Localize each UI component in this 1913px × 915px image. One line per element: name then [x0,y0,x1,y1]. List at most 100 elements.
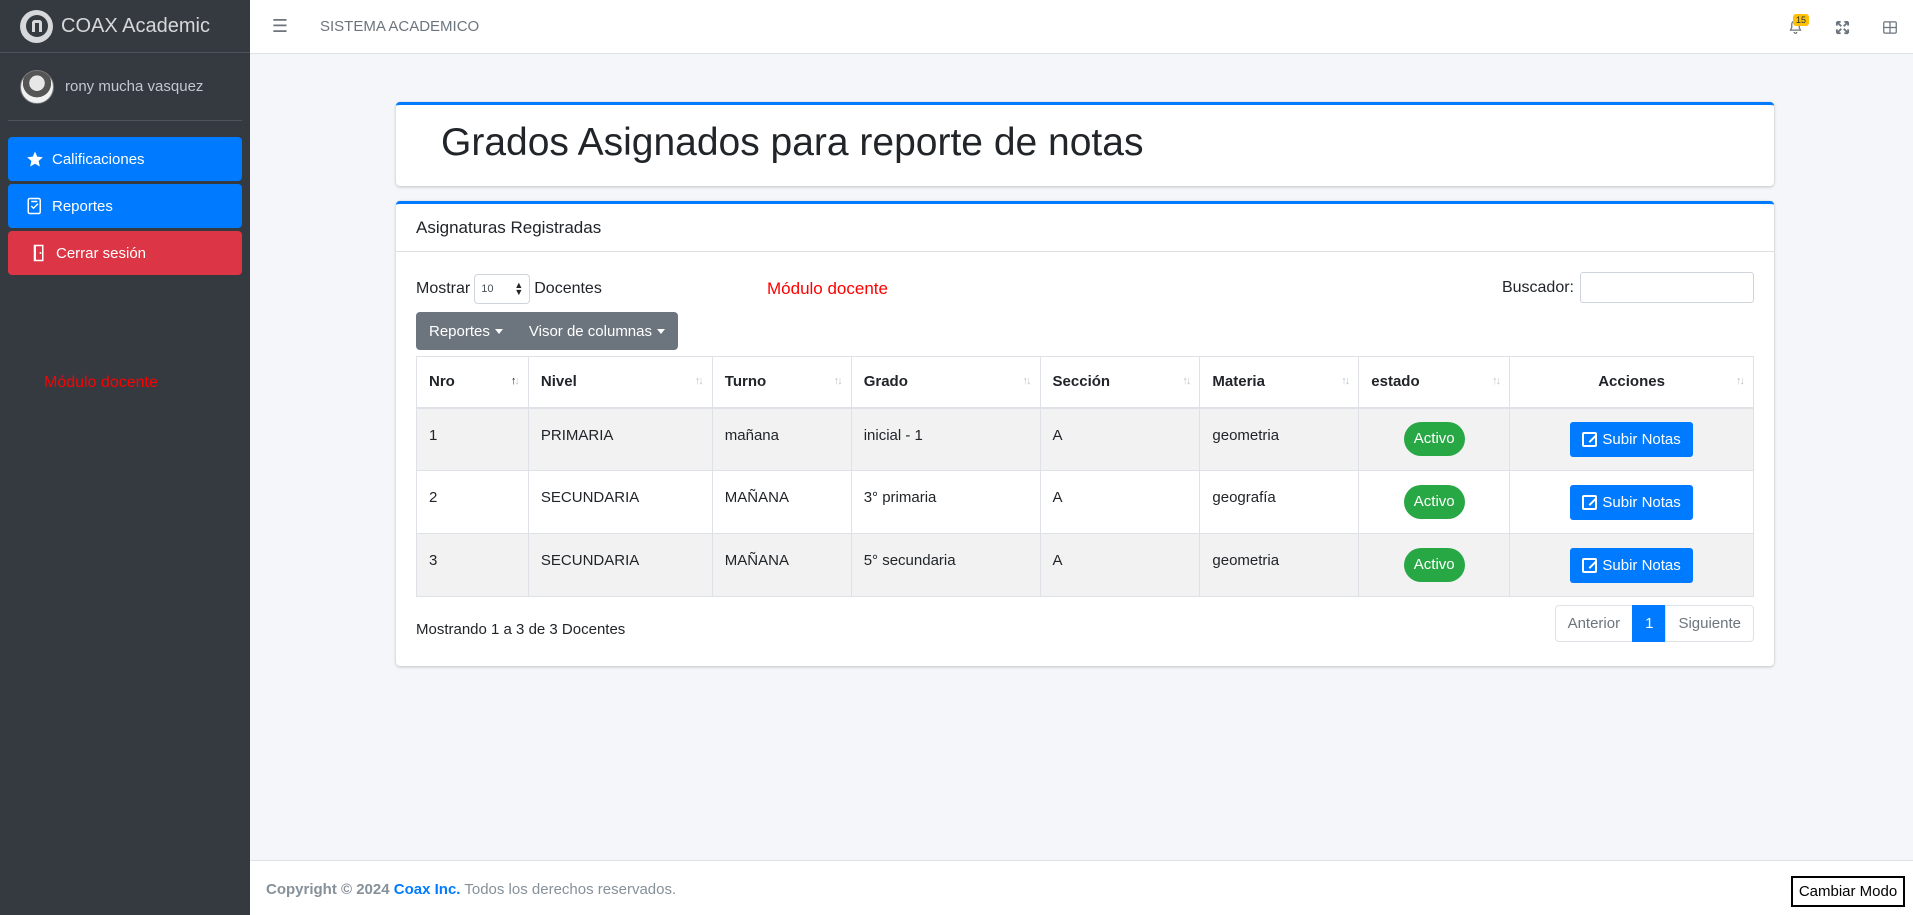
column-header-label: Grado [863,373,908,391]
column-header-label: Acciones [1598,373,1665,391]
table-row: 3 SECUNDARIA MAÑANA 5° secundaria A geom… [416,533,1754,597]
cell-nro: 3 [416,533,529,597]
pagination-next[interactable]: Siguiente [1665,605,1754,642]
sort-icon: ↑↓ [1341,375,1350,387]
column-header-seccion[interactable]: Sección ↑↓ [1039,356,1201,409]
menu-toggle-icon[interactable]: ☰ [250,16,310,37]
footer-company-link[interactable]: Coax Inc. [394,881,461,898]
card-title: Asignaturas Registradas [396,204,1774,252]
sidebar-item-label: Cerrar sesión [56,244,147,262]
column-header-nivel[interactable]: Nivel ↑↓ [527,356,713,409]
column-header-acciones[interactable]: Acciones ↑↓ [1509,356,1754,409]
cell-materia: geografía [1199,470,1360,534]
checklist-icon [24,197,46,215]
column-header-nro[interactable]: Nro ↑↓ [416,356,529,409]
sidebar-item-reportes[interactable]: Reportes [8,184,242,228]
status-badge: Activo [1403,422,1465,457]
cell-estado: Activo [1358,407,1511,471]
column-header-label: Materia [1212,373,1265,391]
cell-turno: MAÑANA [711,533,852,597]
sort-icon: ↑↓ [1492,375,1501,387]
brand-name: COAX Academic [61,14,210,37]
table-buttons: Reportes Visor de columnas [416,312,678,350]
user-name: rony mucha vasquez [65,78,204,95]
subjects-card: Asignaturas Registradas Mostrar 10 ▲ ▼ Do… [396,201,1774,666]
cell-materia: geometria [1199,533,1360,597]
cell-grado: 3° primaria [850,470,1041,534]
cell-acciones: Subir Notas [1509,407,1754,471]
avatar [20,69,54,104]
system-title: SISTEMA ACADEMICO [320,18,480,35]
cell-materia: geometria [1199,407,1360,471]
search-input[interactable] [1580,272,1754,303]
sort-icon: ↑↓ [833,375,843,387]
top-right-icons: 15 [1772,0,1913,54]
cell-grado: 5° secundaria [850,533,1041,597]
pagination: Anterior 1 Siguiente [1554,605,1754,642]
cell-seccion: A [1039,533,1201,597]
length-prefix: Mostrar [416,280,471,297]
search-label: Buscador: [1501,278,1574,296]
upload-grades-button[interactable]: Subir Notas [1570,547,1693,583]
column-visibility-button[interactable]: Visor de columnas [516,312,678,350]
column-header-materia[interactable]: Materia ↑↓ [1199,356,1360,409]
sort-icon: ↑↓ [1182,375,1191,387]
cell-nro: 2 [416,470,529,534]
cell-turno: mañana [711,407,852,471]
page-length-control: Mostrar 10 ▲ ▼ Docentes [416,274,602,304]
table-row: 1 PRIMARIA mañana inicial - 1 A geometri… [416,407,1754,471]
cell-turno: MAÑANA [711,470,852,534]
user-panel[interactable]: rony mucha vasquez [8,53,242,121]
page-title-card: Grados Asignados para reporte de notas [396,102,1774,186]
cell-nro: 1 [416,407,529,471]
cell-seccion: A [1039,470,1201,534]
fullscreen-icon[interactable] [1819,0,1866,54]
notification-badge: 15 [1792,14,1809,26]
status-badge: Activo [1403,548,1465,582]
change-mode-button[interactable]: Cambiar Modo [1791,876,1905,907]
sidebar-item-calificaciones[interactable]: Calificaciones [8,137,242,181]
column-header-estado[interactable]: estado ↑↓ [1358,356,1511,409]
column-header-grado[interactable]: Grado ↑↓ [850,356,1041,409]
sidebar-item-label: Calificaciones [52,150,145,168]
status-badge: Activo [1403,485,1465,519]
page-title: Grados Asignados para reporte de notas [441,121,1144,164]
sidebar-item-label: Reportes [52,197,113,215]
table-row: 2 SECUNDARIA MAÑANA 3° primaria A geogra… [416,470,1754,534]
sidebar-nav: Calificaciones Reportes Cerrar sesión [0,121,250,275]
sort-icon: ↑↓ [1022,375,1032,387]
table-info: Mostrando 1 a 3 de 3 Docentes [416,621,626,638]
star-icon [24,150,46,168]
notifications-bell-icon[interactable]: 15 [1772,0,1819,54]
sidebar-module-label: Módulo docente [44,374,158,391]
upload-grades-button[interactable]: Subir Notas [1570,421,1693,457]
footer: Copyright © 2024 Coax Inc. Todos los der… [250,860,1913,915]
cell-estado: Activo [1358,470,1511,534]
column-header-turno[interactable]: Turno ↑↓ [711,356,852,409]
reports-dropdown-button[interactable]: Reportes [416,312,516,350]
content-module-label: Módulo docente [767,279,888,298]
reports-button-label: Reportes [429,322,490,340]
pagination-previous[interactable]: Anterior [1554,605,1634,642]
cell-acciones: Subir Notas [1509,533,1754,597]
cell-seccion: A [1039,407,1201,471]
column-header-label: Nivel [540,373,577,391]
cell-acciones: Subir Notas [1509,470,1754,534]
brand-link[interactable]: COAX Academic [0,0,250,53]
caret-down-icon [494,328,503,334]
page-length-select[interactable]: 10 ▲ ▼ [474,274,531,304]
sort-icon: ↑↓ [694,375,704,387]
control-sidebar-icon[interactable] [1866,0,1913,54]
pagination-page-1[interactable]: 1 [1632,605,1667,642]
top-navbar: ☰ SISTEMA ACADEMICO 15 [250,0,1913,54]
brand-logo-icon [20,9,53,43]
upload-grades-button[interactable]: Subir Notas [1570,484,1693,520]
edit-icon [1582,494,1598,510]
upload-grades-label: Subir Notas [1602,493,1681,511]
footer-copyright: Copyright © 2024 [266,881,390,898]
column-header-label: Sección [1052,373,1111,391]
edit-icon [1582,431,1598,447]
columns-button-label: Visor de columnas [528,322,652,340]
sidebar-item-cerrar-sesion[interactable]: Cerrar sesión [8,231,242,275]
upload-grades-label: Subir Notas [1602,556,1681,574]
